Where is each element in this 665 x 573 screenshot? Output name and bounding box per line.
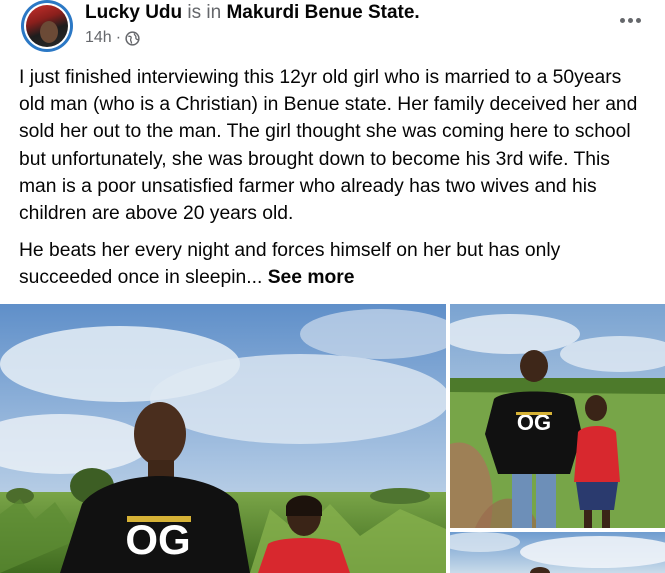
author-name[interactable]: Lucky Udu [85,2,182,23]
see-more-link[interactable]: See more [268,267,355,288]
avatar-photo [26,5,68,47]
photo-secondary-2[interactable] [450,532,665,573]
post-paragraph-1: I just finished interviewing this 12yr o… [19,67,638,225]
is-in-text: is in [187,2,222,23]
post-meta: 14h · [85,29,140,47]
author-line: Lucky Udu is in Makurdi Benue State. [85,2,420,24]
globe-icon[interactable] [125,30,140,46]
photo-grid: OG OG [0,304,665,573]
post-header: Lucky Udu is in Makurdi Benue State. 14h… [0,0,665,62]
dot [627,17,633,23]
dot [619,17,625,23]
location-link[interactable]: Makurdi Benue State. [226,2,419,23]
author-avatar[interactable] [21,0,73,52]
photo-secondary-1[interactable]: OG [450,304,665,528]
post-time[interactable]: 14h [85,29,112,47]
more-options-icon[interactable] [617,10,643,30]
dot [635,17,641,23]
post-text: I just finished interviewing this 12yr o… [19,64,649,292]
shirt-logo-text: OG [125,516,190,563]
post-paragraph-2: He beats her every night and forces hims… [19,237,649,291]
avatar-ring [24,3,70,49]
meta-separator: · [115,29,122,46]
photo-main[interactable]: OG [0,304,446,573]
